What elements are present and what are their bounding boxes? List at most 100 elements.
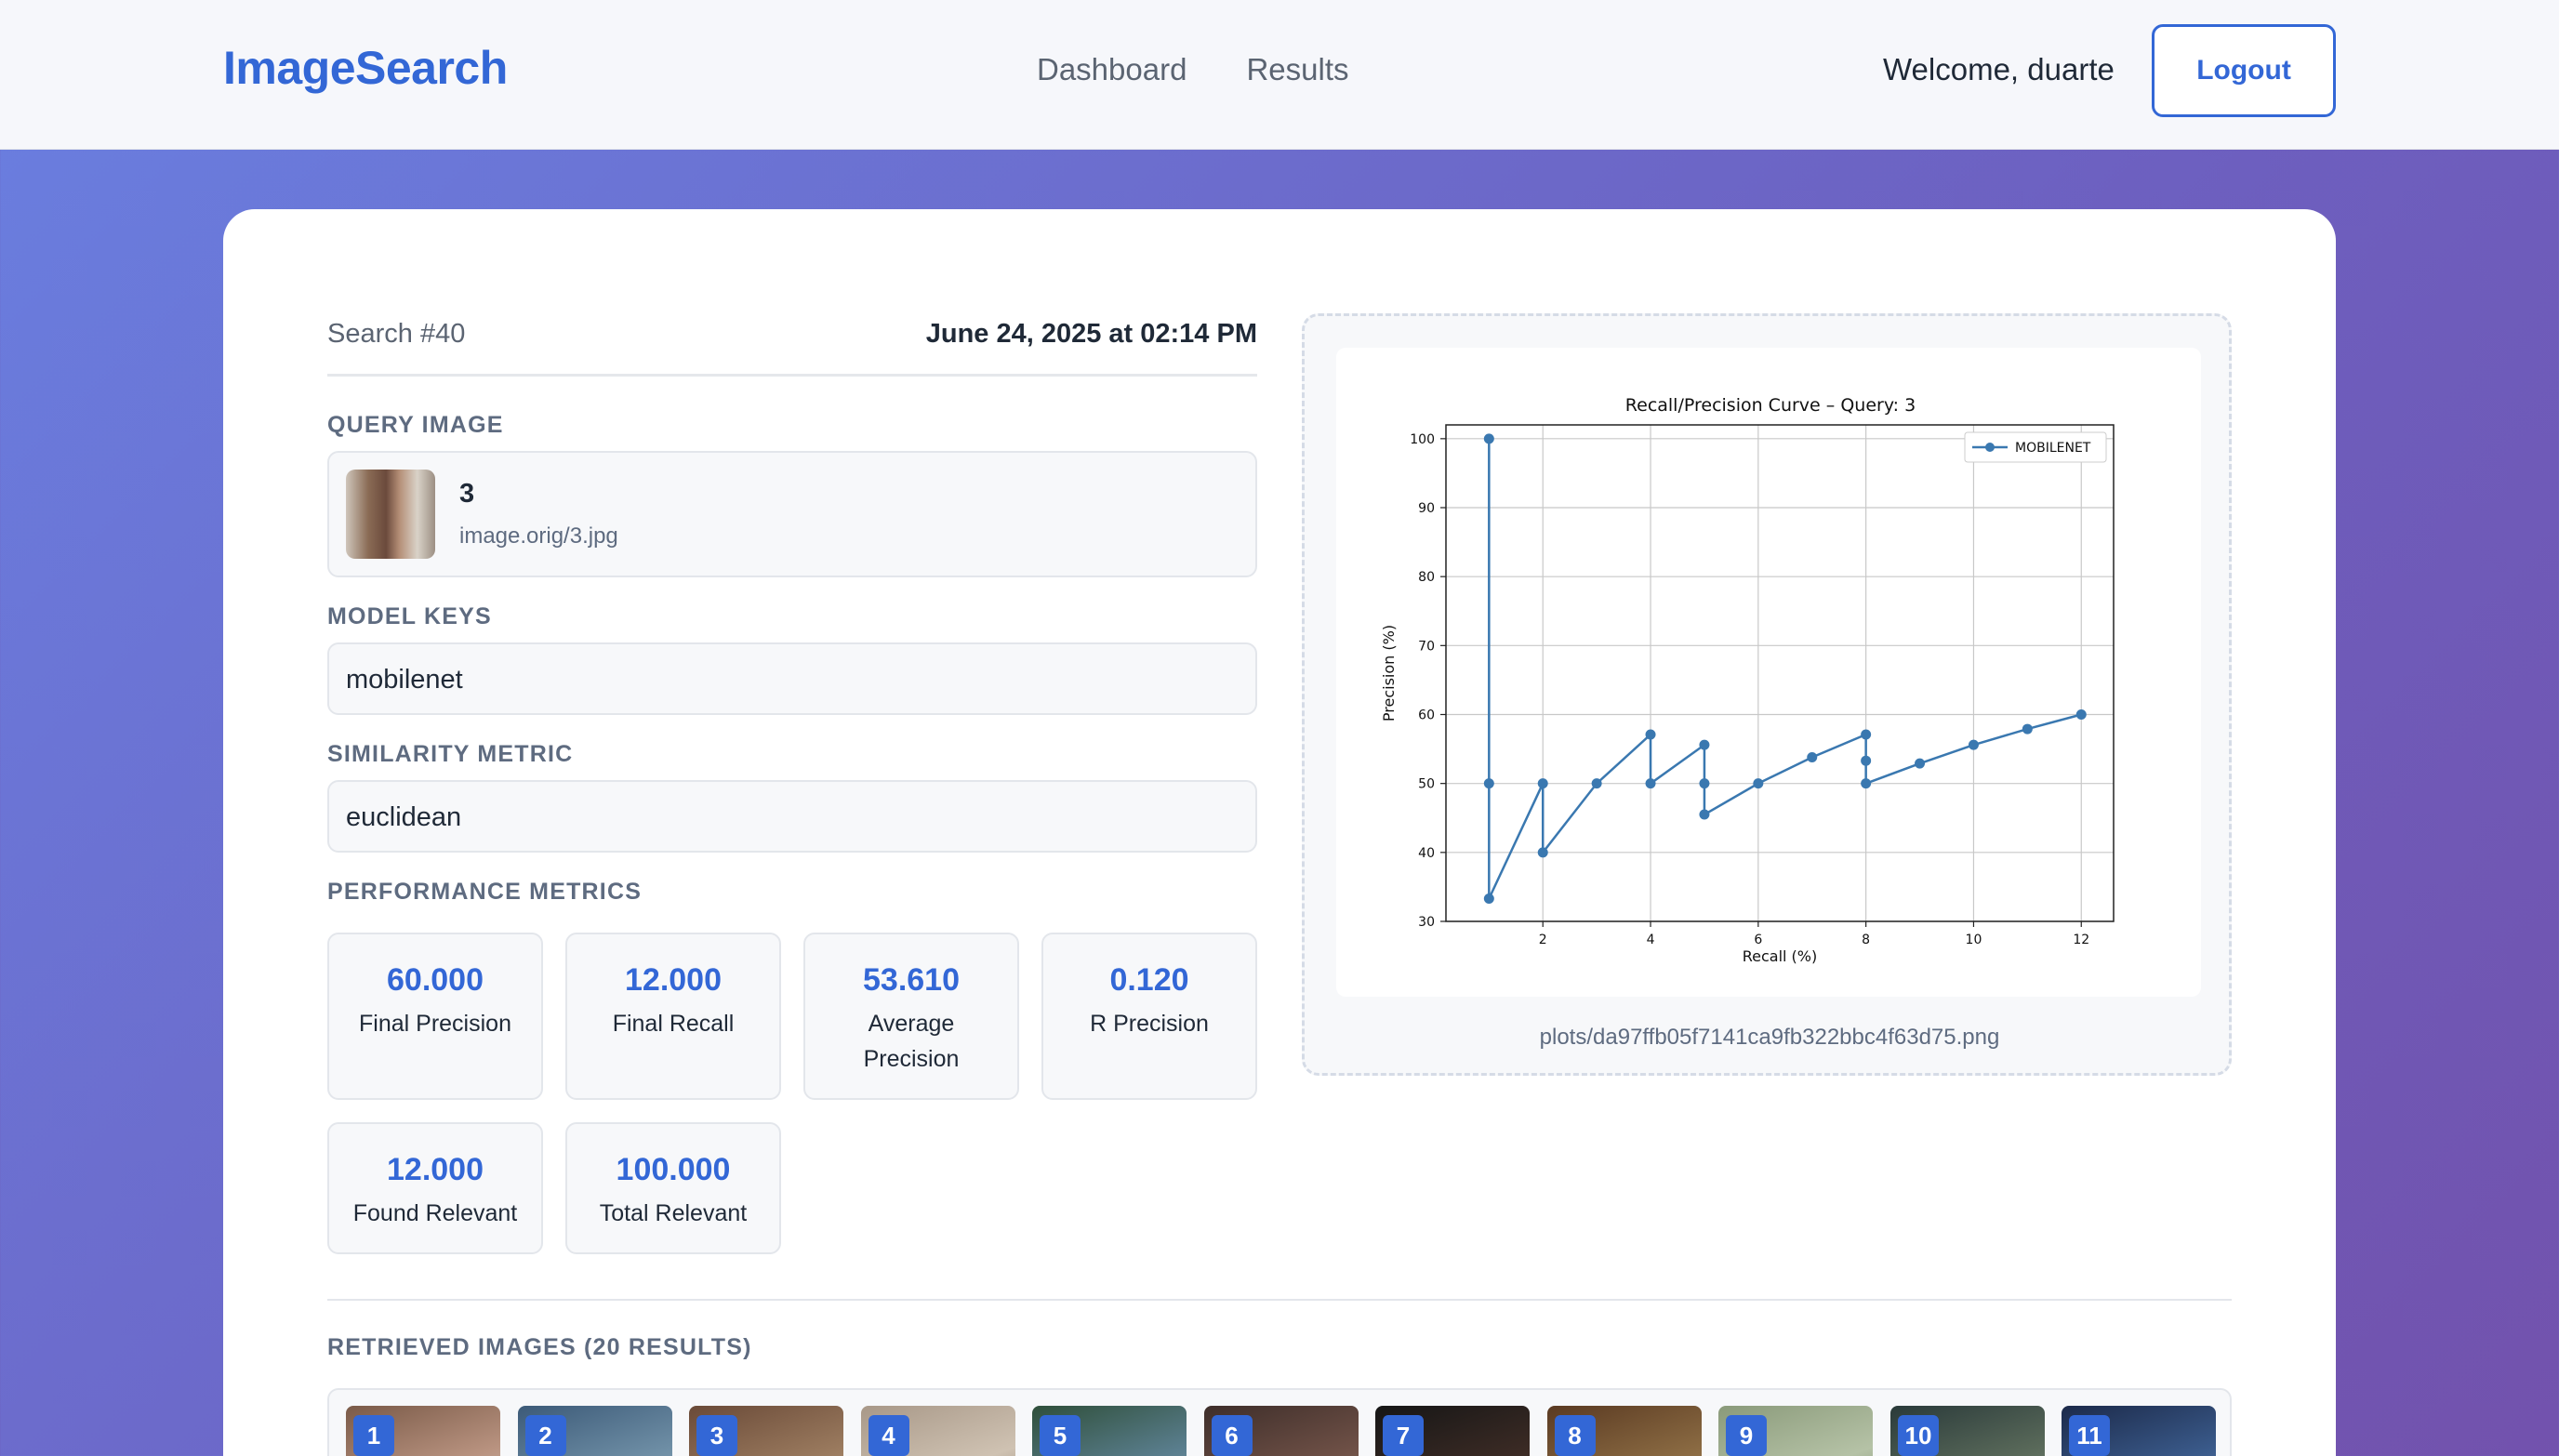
chart-ticks: 2 4 6 8 10 12 30 40 50 60 70 80 90 100: [1410, 432, 2089, 947]
data-point: [1537, 778, 1548, 789]
data-point: [1861, 778, 1872, 789]
result-rank-badge: 9: [1726, 1415, 1767, 1456]
model-keys-label: MODEL KEYS: [327, 603, 492, 629]
welcome-text: Welcome, duarte: [1883, 52, 2115, 86]
data-point: [1645, 729, 1656, 740]
metric-value: 0.120: [1109, 962, 1189, 998]
data-point: [1861, 729, 1872, 740]
metric-card-r-precision: 0.120 R Precision: [1041, 933, 1257, 1100]
result-rank-badge: 8: [1554, 1415, 1596, 1456]
result-rank-badge: 6: [1211, 1415, 1253, 1456]
data-point: [1699, 778, 1710, 789]
x-tick-label: 4: [1647, 933, 1655, 947]
y-tick-label: 90: [1418, 501, 1435, 516]
search-detail-card: Search #40 June 24, 2025 at 02:14 PM QUE…: [223, 209, 2336, 1456]
recall-precision-plot[interactable]: Recall/Precision Curve – Query: 3 2 4 6 8 10…: [1336, 348, 2201, 997]
metric-card-final-recall: 12.000 Final Recall: [565, 933, 781, 1100]
metric-label: Total Relevant: [599, 1200, 748, 1226]
data-point: [1968, 739, 1979, 750]
data-point: [1861, 755, 1872, 766]
x-tick-label: 6: [1754, 933, 1762, 947]
retrieved-image-tile[interactable]: 8: [1546, 1406, 1702, 1456]
nav-link-results[interactable]: Results: [1246, 52, 1348, 87]
data-point: [1483, 893, 1494, 905]
metric-value: 12.000: [387, 1152, 484, 1187]
plot-container: Recall/Precision Curve – Query: 3 2 4 6 8 10…: [1302, 313, 2232, 1076]
similarity-metric-label: SIMILARITY METRIC: [327, 741, 574, 767]
query-image-box: 3 image.orig/3.jpg: [327, 451, 1257, 577]
retrieved-image-tile[interactable]: 9: [1718, 1406, 1873, 1456]
metric-label: Final Recall: [612, 1011, 735, 1037]
retrieved-image-tile[interactable]: 6: [1203, 1406, 1359, 1456]
query-name: 3: [459, 479, 475, 509]
data-point: [1753, 778, 1764, 789]
metric-card-found-relevant: 12.000 Found Relevant: [327, 1122, 543, 1254]
metric-value: 60.000: [387, 962, 484, 998]
data-point: [1645, 778, 1656, 789]
y-tick-label: 70: [1418, 639, 1435, 654]
data-point: [2075, 709, 2087, 720]
similarity-metric-box: euclidean: [327, 780, 1257, 853]
data-point: [1915, 758, 1926, 769]
retrieved-image-tile[interactable]: 3: [689, 1406, 843, 1456]
x-tick-label: 2: [1539, 933, 1547, 947]
similarity-metric-value: euclidean: [346, 802, 462, 832]
metric-card-final-precision: 60.000 Final Precision: [327, 933, 543, 1100]
metric-value: 53.610: [863, 962, 960, 998]
y-tick-label: 40: [1418, 846, 1435, 861]
data-point: [1699, 739, 1710, 750]
retrieved-image-tile[interactable]: 1: [346, 1406, 500, 1456]
metric-label: Final Precision: [359, 1011, 511, 1037]
model-keys-value: mobilenet: [346, 665, 463, 695]
plot-file-path: plots/da97ffb05f7141ca9fb322bbc4f63d75.p…: [1539, 1025, 2000, 1050]
query-thumbnail[interactable]: [346, 470, 435, 559]
nav-link-dashboard[interactable]: Dashboard: [1037, 52, 1187, 87]
top-navbar: ImageSearch Dashboard Results Welcome, d…: [0, 0, 2559, 150]
result-rank-badge: 4: [868, 1415, 909, 1456]
metric-label: R Precision: [1090, 1011, 1209, 1037]
result-rank-badge: 7: [1383, 1415, 1424, 1456]
result-rank-badge: 2: [524, 1415, 566, 1456]
retrieved-image-tile[interactable]: 2: [517, 1406, 672, 1456]
query-image-label: QUERY IMAGE: [327, 412, 504, 438]
result-rank-badge: 3: [696, 1415, 737, 1456]
chart-series: [1483, 433, 2087, 905]
result-rank-badge: 5: [1040, 1415, 1081, 1456]
retrieved-image-tile[interactable]: 4: [860, 1406, 1015, 1456]
chart-xlabel: Recall (%): [1743, 947, 1818, 965]
chart-title: Recall/Precision Curve – Query: 3: [1625, 395, 1916, 416]
data-point: [1483, 433, 1494, 444]
x-tick-label: 8: [1862, 933, 1870, 947]
recall-precision-chart: Recall/Precision Curve – Query: 3 2 4 6 8 10…: [1380, 395, 2115, 965]
metric-label: Average Precision: [863, 1011, 960, 1072]
x-tick-label: 12: [2073, 933, 2089, 947]
performance-metrics-label: PERFORMANCE METRICS: [327, 879, 643, 905]
y-tick-label: 30: [1418, 915, 1435, 930]
data-point: [1483, 778, 1494, 789]
nav-links: Dashboard Results: [1037, 52, 1349, 87]
chart-ylabel: Precision (%): [1380, 625, 1398, 721]
brand-logo[interactable]: ImageSearch: [223, 41, 508, 95]
logout-button[interactable]: Logout: [2152, 24, 2336, 117]
search-id: Search #40: [327, 319, 466, 349]
metric-label: Found Relevant: [352, 1200, 518, 1226]
retrieved-image-tile[interactable]: 11: [2062, 1406, 2216, 1456]
search-header: Search #40 June 24, 2025 at 02:14 PM: [327, 319, 1257, 377]
result-rank-badge: 11: [2069, 1415, 2110, 1456]
metric-value: 12.000: [625, 962, 722, 998]
data-point: [2022, 723, 2033, 735]
metric-card-total-relevant: 100.000 Total Relevant: [565, 1122, 781, 1254]
section-divider: [327, 1299, 2232, 1301]
x-tick-label: 10: [1966, 933, 1982, 947]
retrieved-image-tile[interactable]: 10: [1889, 1406, 2045, 1456]
chart-legend: MOBILENET: [1964, 431, 2107, 463]
result-rank-badge: 1: [353, 1415, 394, 1456]
query-path: image.orig/3.jpg: [459, 523, 618, 549]
retrieved-image-tile[interactable]: 7: [1375, 1406, 1530, 1456]
data-point: [1591, 778, 1602, 789]
metric-card-average-precision: 53.610 Average Precision: [803, 933, 1019, 1100]
y-tick-label: 60: [1418, 708, 1435, 723]
data-point: [1699, 809, 1710, 820]
retrieved-image-tile[interactable]: 5: [1032, 1406, 1187, 1456]
y-tick-label: 100: [1410, 432, 1435, 447]
